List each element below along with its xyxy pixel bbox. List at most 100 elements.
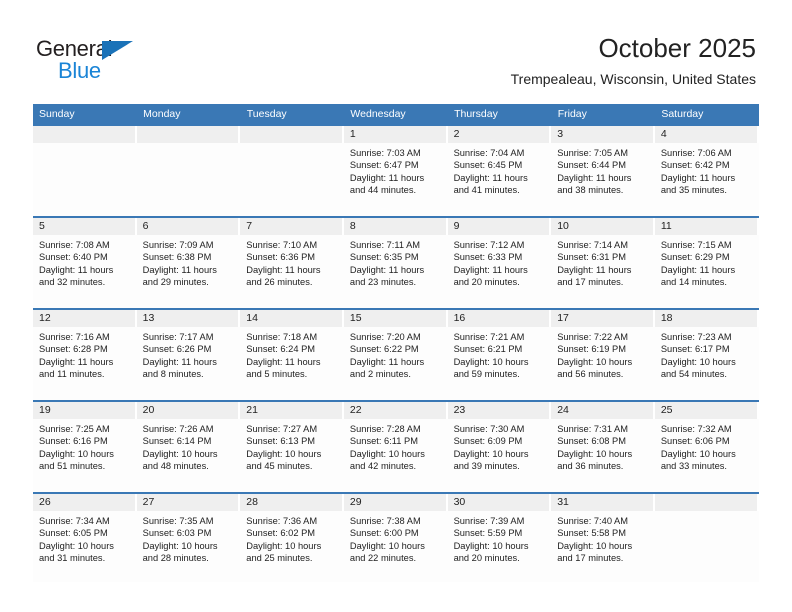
day-box: 22 Sunrise: 7:28 AM Sunset: 6:11 PM Dayligh… xyxy=(343,402,448,492)
sunset-text: Sunset: 6:42 PM xyxy=(660,160,730,171)
day-number: 3 xyxy=(551,126,655,143)
calendar-day-cell[interactable]: 10 Sunrise: 7:14 AM Sunset: 6:31 PM Dayligh… xyxy=(551,216,655,309)
sunrise-text: Sunrise: 7:40 AM xyxy=(557,516,629,526)
daylight-text-line2: and 36 minutes. xyxy=(557,461,624,472)
calendar-day-cell[interactable]: 11 Sunrise: 7:15 AM Sunset: 6:29 PM Dayligh… xyxy=(654,216,759,309)
calendar-day-cell[interactable]: 16 Sunrise: 7:21 AM Sunset: 6:21 PM Dayligh… xyxy=(447,308,552,401)
sunrise-text: Sunrise: 7:14 AM xyxy=(557,240,629,250)
day-box: 26 Sunrise: 7:34 AM Sunset: 6:05 PM Dayligh… xyxy=(33,494,137,582)
calendar-day-cell[interactable]: 13 Sunrise: 7:17 AM Sunset: 6:26 PM Dayligh… xyxy=(136,308,241,401)
day-number xyxy=(33,126,137,143)
sunrise-text: Sunrise: 7:36 AM xyxy=(246,516,318,526)
day-box: 30 Sunrise: 7:39 AM Sunset: 5:59 PM Dayligh… xyxy=(447,494,552,582)
daylight-text-line2: and 51 minutes. xyxy=(39,461,106,472)
daylight-text-line2: and 22 minutes. xyxy=(349,553,417,564)
daylight-text-line1: Daylight: 10 hours xyxy=(453,540,529,551)
calendar-day-cell[interactable]: 25 Sunrise: 7:32 AM Sunset: 6:06 PM Dayligh… xyxy=(654,400,759,493)
day-details: Sunrise: 7:34 AM Sunset: 6:05 PM Daylight:… xyxy=(33,511,137,565)
day-number: 5 xyxy=(33,218,137,235)
calendar-day-cell[interactable]: 15 Sunrise: 7:20 AM Sunset: 6:22 PM Dayligh… xyxy=(343,308,448,401)
sunrise-text: Sunrise: 7:09 AM xyxy=(142,240,214,250)
day-number: 21 xyxy=(240,402,344,419)
day-box: 28 Sunrise: 7:36 AM Sunset: 6:02 PM Dayligh… xyxy=(240,494,344,582)
sunset-text: Sunset: 6:06 PM xyxy=(660,436,730,447)
daylight-text-line2: and 29 minutes. xyxy=(142,277,209,288)
sunset-text: Sunset: 6:31 PM xyxy=(557,252,626,263)
calendar-day-cell[interactable]: 14 Sunrise: 7:18 AM Sunset: 6:24 PM Dayligh… xyxy=(240,308,344,401)
calendar-day-cell[interactable]: 28 Sunrise: 7:36 AM Sunset: 6:02 PM Dayligh… xyxy=(240,492,344,582)
calendar-day-cell[interactable]: 9 Sunrise: 7:12 AM Sunset: 6:33 PM Daylight… xyxy=(447,216,552,309)
calendar-day-cell[interactable]: 26 Sunrise: 7:34 AM Sunset: 6:05 PM Dayligh… xyxy=(33,492,137,582)
calendar-day-cell[interactable]: 8 Sunrise: 7:11 AM Sunset: 6:35 PM Daylight… xyxy=(343,216,448,309)
calendar-day-cell[interactable]: 5 Sunrise: 7:08 AM Sunset: 6:40 PM Daylight… xyxy=(33,216,137,309)
day-box: 1 Sunrise: 7:03 AM Sunset: 6:47 PM Daylight… xyxy=(343,126,448,216)
sunset-text: Sunset: 6:47 PM xyxy=(349,160,419,171)
calendar-day-cell[interactable]: 18 Sunrise: 7:23 AM Sunset: 6:17 PM Dayligh… xyxy=(654,308,759,401)
title-block: October 2025 Trempealeau, Wisconsin, Uni… xyxy=(511,32,756,88)
calendar-day-cell[interactable]: 17 Sunrise: 7:22 AM Sunset: 6:19 PM Dayligh… xyxy=(551,308,655,401)
day-number: 31 xyxy=(551,494,655,511)
sunrise-text: Sunrise: 7:20 AM xyxy=(349,332,421,342)
day-number: 29 xyxy=(343,494,448,511)
day-number: 15 xyxy=(343,310,448,327)
daylight-text-line1: Daylight: 11 hours xyxy=(557,264,632,275)
day-details: Sunrise: 7:14 AM Sunset: 6:31 PM Daylight:… xyxy=(551,235,655,289)
day-details: Sunrise: 7:11 AM Sunset: 6:35 PM Daylight:… xyxy=(344,235,448,289)
calendar-day-cell[interactable]: 20 Sunrise: 7:26 AM Sunset: 6:14 PM Dayligh… xyxy=(136,400,241,493)
day-box: 21 Sunrise: 7:27 AM Sunset: 6:13 PM Dayligh… xyxy=(240,402,344,492)
day-number: 2 xyxy=(447,126,552,143)
calendar-day-cell[interactable]: 24 Sunrise: 7:31 AM Sunset: 6:08 PM Dayligh… xyxy=(551,400,655,493)
daylight-text-line2: and 56 minutes. xyxy=(557,369,624,380)
calendar-day-cell[interactable]: 23 Sunrise: 7:30 AM Sunset: 6:09 PM Dayligh… xyxy=(447,400,552,493)
daylight-text-line1: Daylight: 10 hours xyxy=(142,448,218,459)
day-number: 14 xyxy=(240,310,344,327)
sunrise-text: Sunrise: 7:06 AM xyxy=(660,148,732,158)
day-box: 13 Sunrise: 7:17 AM Sunset: 6:26 PM Dayligh… xyxy=(136,310,241,400)
weekday-header-sunday: Sunday xyxy=(33,104,138,125)
sunset-text: Sunset: 6:45 PM xyxy=(453,160,523,171)
day-details: Sunrise: 7:22 AM Sunset: 6:19 PM Daylight:… xyxy=(551,327,655,381)
day-details: Sunrise: 7:08 AM Sunset: 6:40 PM Daylight:… xyxy=(33,235,137,289)
calendar-day-cell[interactable]: 29 Sunrise: 7:38 AM Sunset: 6:00 PM Dayligh… xyxy=(343,492,448,582)
calendar-day-cell[interactable]: 31 Sunrise: 7:40 AM Sunset: 5:58 PM Dayligh… xyxy=(551,492,655,582)
sunset-text: Sunset: 6:36 PM xyxy=(246,252,316,263)
sunrise-text: Sunrise: 7:11 AM xyxy=(349,240,421,250)
calendar-day-cell[interactable]: 22 Sunrise: 7:28 AM Sunset: 6:11 PM Dayligh… xyxy=(343,400,448,493)
calendar-day-cell[interactable]: 21 Sunrise: 7:27 AM Sunset: 6:13 PM Dayligh… xyxy=(240,400,344,493)
calendar-day-cell[interactable]: 30 Sunrise: 7:39 AM Sunset: 5:59 PM Dayligh… xyxy=(447,492,552,582)
day-details: Sunrise: 7:40 AM Sunset: 5:58 PM Daylight:… xyxy=(551,511,655,565)
weekday-header-friday: Friday xyxy=(551,104,656,125)
calendar-day-cell[interactable]: 27 Sunrise: 7:35 AM Sunset: 6:03 PM Dayligh… xyxy=(136,492,241,582)
sunset-text: Sunset: 6:14 PM xyxy=(142,436,212,447)
day-details: Sunrise: 7:32 AM Sunset: 6:06 PM Daylight:… xyxy=(655,419,759,473)
sunrise-text: Sunrise: 7:04 AM xyxy=(453,148,525,158)
calendar-day-cell[interactable]: 1 Sunrise: 7:03 AM Sunset: 6:47 PM Daylight… xyxy=(343,124,448,217)
daylight-text-line2: and 59 minutes. xyxy=(453,369,520,380)
sunset-text: Sunset: 6:38 PM xyxy=(142,252,212,263)
daylight-text-line2: and 25 minutes. xyxy=(246,553,313,564)
calendar-grid: Sunday Monday Tuesday Wednesday Thursday… xyxy=(33,104,759,582)
generalblue-logo[interactable]: General Blue xyxy=(36,36,236,88)
calendar-day-cell[interactable]: 2 Sunrise: 7:04 AM Sunset: 6:45 PM Daylight… xyxy=(447,124,552,217)
calendar-day-cell[interactable]: 6 Sunrise: 7:09 AM Sunset: 6:38 PM Daylight… xyxy=(136,216,241,309)
day-details: Sunrise: 7:15 AM Sunset: 6:29 PM Daylight:… xyxy=(655,235,759,289)
daylight-text-line1: Daylight: 10 hours xyxy=(660,448,736,459)
sunset-text: Sunset: 6:03 PM xyxy=(142,528,212,539)
day-details: Sunrise: 7:21 AM Sunset: 6:21 PM Daylight:… xyxy=(448,327,552,381)
calendar-day-cell[interactable]: 7 Sunrise: 7:10 AM Sunset: 6:36 PM Daylight… xyxy=(240,216,344,309)
day-details: Sunrise: 7:36 AM Sunset: 6:02 PM Daylight:… xyxy=(240,511,344,565)
daylight-text-line2: and 5 minutes. xyxy=(246,369,308,380)
calendar-day-cell[interactable]: 19 Sunrise: 7:25 AM Sunset: 6:16 PM Dayligh… xyxy=(33,400,137,493)
calendar-day-cell[interactable]: 12 Sunrise: 7:16 AM Sunset: 6:28 PM Dayligh… xyxy=(33,308,137,401)
day-box: 19 Sunrise: 7:25 AM Sunset: 6:16 PM Dayligh… xyxy=(33,402,137,492)
calendar-day-cell[interactable]: 3 Sunrise: 7:05 AM Sunset: 6:44 PM Daylight… xyxy=(551,124,655,217)
calendar-day-cell[interactable]: 4 Sunrise: 7:06 AM Sunset: 6:42 PM Daylight… xyxy=(654,124,759,217)
sunset-text: Sunset: 6:35 PM xyxy=(349,252,419,263)
sunrise-text: Sunrise: 7:10 AM xyxy=(246,240,318,250)
day-box: 5 Sunrise: 7:08 AM Sunset: 6:40 PM Daylight… xyxy=(33,218,137,308)
daylight-text-line2: and 2 minutes. xyxy=(349,369,411,380)
day-number: 13 xyxy=(136,310,241,327)
daylight-text-line2: and 17 minutes. xyxy=(557,277,624,288)
daylight-text-line2: and 45 minutes. xyxy=(246,461,313,472)
sunrise-text: Sunrise: 7:27 AM xyxy=(246,424,318,434)
